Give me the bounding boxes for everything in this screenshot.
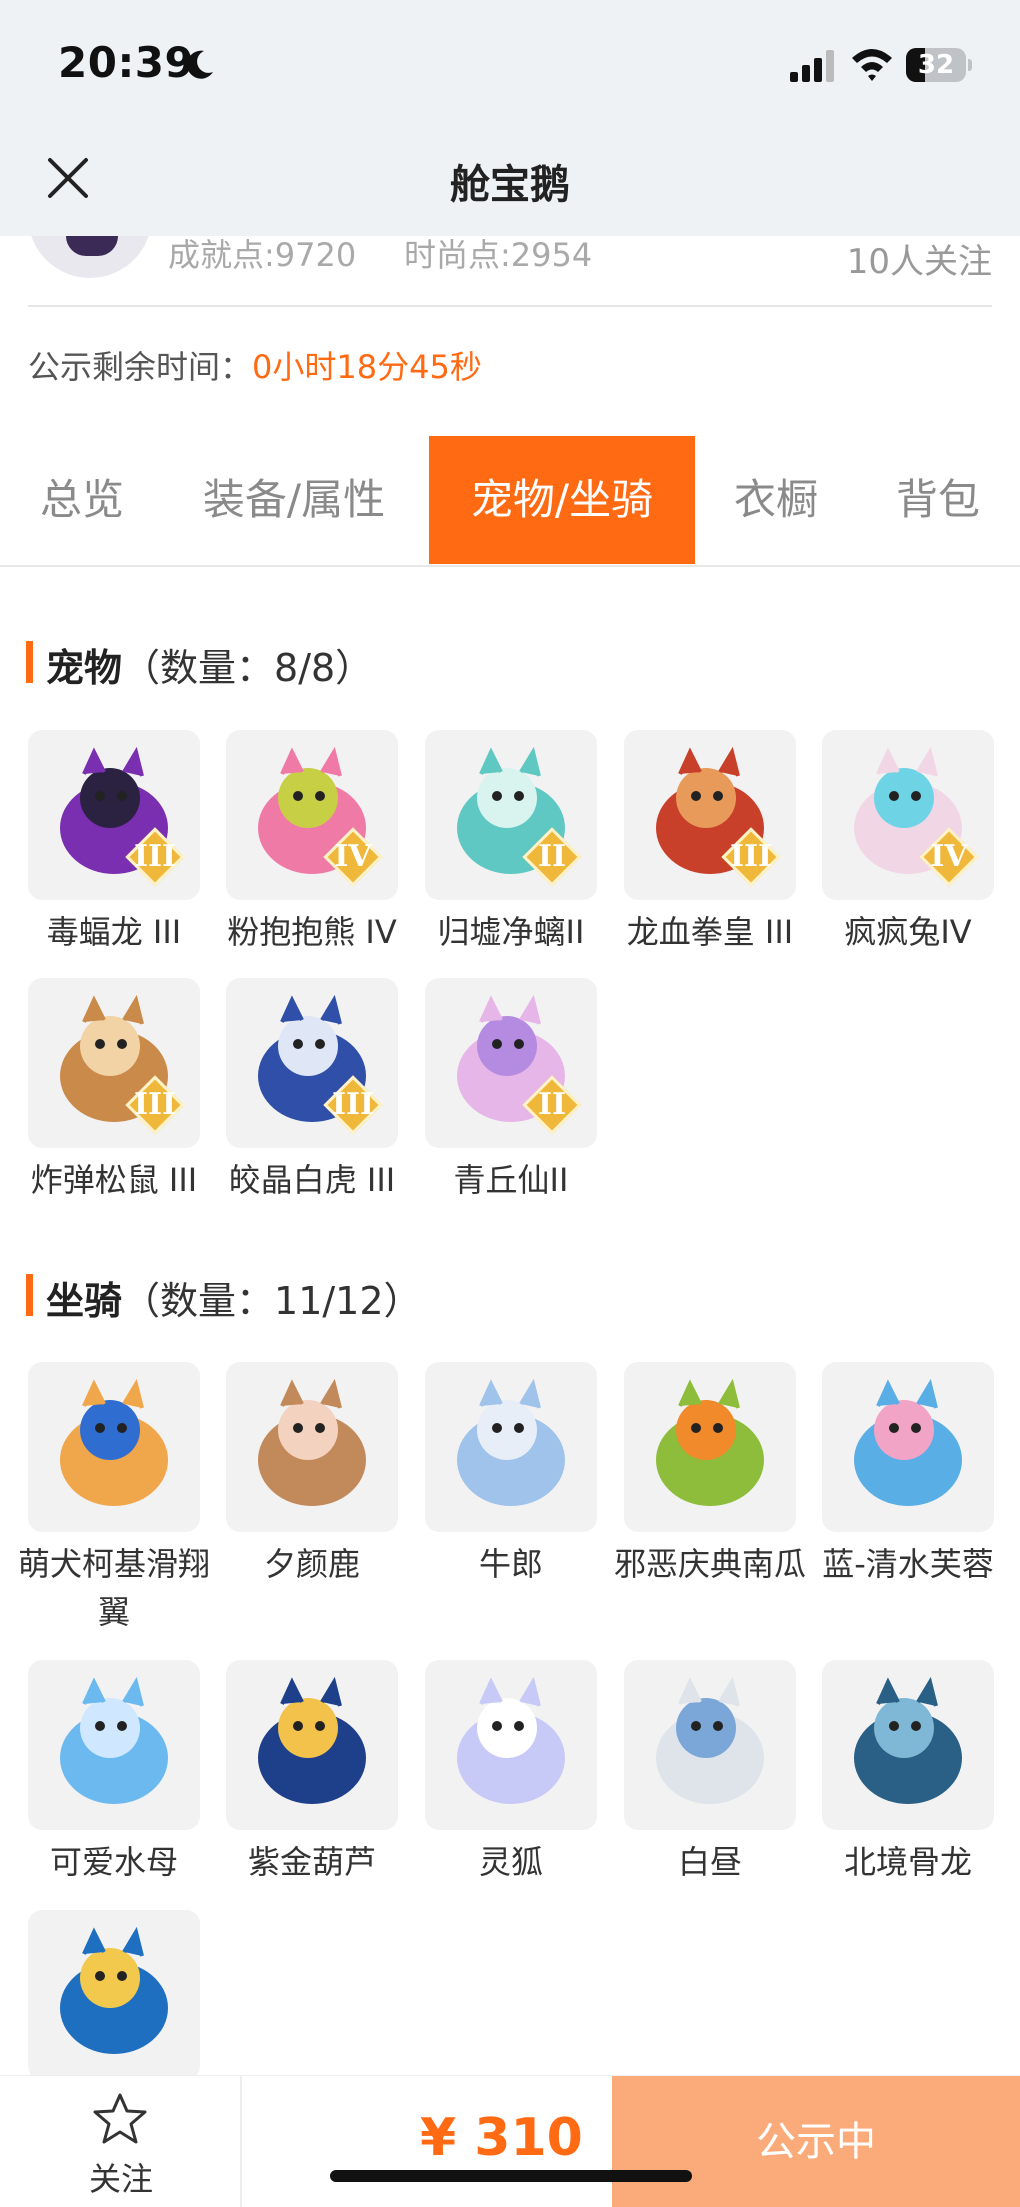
item-thumbnail: III bbox=[624, 730, 796, 900]
item-label: 皎晶白虎 III bbox=[228, 1161, 396, 1199]
item-label: 归墟净螭II bbox=[437, 913, 585, 951]
item-label: 牛郎 bbox=[478, 1545, 543, 1583]
item-label: 北境骨龙 bbox=[843, 1843, 972, 1881]
wifi-icon bbox=[852, 49, 892, 81]
grade-label: IV bbox=[334, 839, 372, 874]
item-thumbnail bbox=[425, 1660, 597, 1830]
deer-icon bbox=[258, 1378, 366, 1506]
grade-badge: II bbox=[522, 1075, 582, 1135]
item-thumbnail bbox=[226, 1660, 398, 1830]
pumpkin-icon bbox=[656, 1378, 764, 1506]
item-label: 炸弹松鼠 III bbox=[30, 1161, 198, 1199]
item-thumbnail bbox=[822, 1660, 994, 1830]
grade-badge: III bbox=[323, 1075, 383, 1135]
corgi-glider-icon bbox=[60, 1378, 168, 1506]
price: ¥ 310 bbox=[420, 2108, 583, 2168]
item-label: 疯疯兔IV bbox=[844, 913, 972, 951]
tab-divider bbox=[0, 565, 1020, 567]
page-title: 舱宝鹅 bbox=[450, 162, 570, 208]
status-time: 20:39 bbox=[58, 38, 195, 87]
item-label: 白昼 bbox=[677, 1843, 742, 1881]
grade-badge: III bbox=[721, 827, 781, 887]
item-label: 萌犬柯基滑翔翼 bbox=[17, 1545, 210, 1631]
item-thumbnail bbox=[624, 1660, 796, 1830]
item-label: 可爱水母 bbox=[49, 1843, 178, 1881]
spirit-fox-icon bbox=[457, 1676, 565, 1804]
moon-icon bbox=[187, 50, 213, 79]
grade-label: II bbox=[537, 839, 567, 874]
blue-phoenix-icon bbox=[60, 1926, 168, 2054]
battery-level: 32 bbox=[917, 50, 955, 80]
top-area: 20:39 32 舱宝鹅 bbox=[0, 0, 1020, 236]
item-label: 灵狐 bbox=[478, 1843, 543, 1881]
divider bbox=[28, 305, 992, 307]
public-status-button[interactable]: 公示中 bbox=[612, 2076, 1020, 2207]
notice-value: 0小时18分45秒 bbox=[252, 348, 482, 386]
tab-overview[interactable]: 总览 bbox=[0, 436, 164, 564]
status-bar: 20:39 32 bbox=[0, 0, 1020, 130]
grade-label: II bbox=[537, 1087, 567, 1122]
item-thumbnail bbox=[28, 1660, 200, 1830]
mounts-title: 坐骑 bbox=[46, 1279, 123, 1323]
tab-bar: 总览 装备/属性 宠物/坐骑 衣橱 背包 bbox=[0, 436, 1020, 566]
item-thumbnail bbox=[822, 1362, 994, 1532]
notice-remaining-time: 公示剩余时间：0小时18分45秒 bbox=[28, 342, 482, 388]
item-thumbnail bbox=[624, 1362, 796, 1532]
cellular-signal-icon bbox=[790, 50, 834, 82]
tab-equipment[interactable]: 装备/属性 bbox=[186, 436, 402, 564]
battery-indicator: 32 bbox=[906, 48, 972, 82]
item-thumbnail: III bbox=[28, 978, 200, 1148]
item-label: 毒蝠龙 III bbox=[46, 913, 182, 951]
ox-icon bbox=[457, 1378, 565, 1506]
jellyfish-icon bbox=[60, 1676, 168, 1804]
pets-count: （数量：8/8） bbox=[122, 646, 374, 690]
grade-badge: III bbox=[125, 1075, 185, 1135]
item-label: 蓝-清水芙蓉 bbox=[822, 1545, 994, 1583]
lotus-icon bbox=[854, 1378, 962, 1506]
item-label: 龙血拳皇 III bbox=[626, 913, 794, 951]
grade-label: III bbox=[133, 839, 177, 874]
grade-badge: IV bbox=[323, 827, 383, 887]
bone-dragon-icon bbox=[854, 1676, 962, 1804]
follow-button[interactable]: 关注 bbox=[0, 2076, 242, 2207]
bottom-bar: 关注 ¥ 310 公示中 bbox=[0, 2075, 1020, 2207]
grade-label: III bbox=[729, 839, 773, 874]
follow-label: 关注 bbox=[88, 2160, 153, 2198]
grade-badge: III bbox=[125, 827, 185, 887]
tab-pets-mounts[interactable]: 宠物/坐骑 bbox=[429, 436, 695, 564]
achievement-points: 成就点:9720 bbox=[168, 236, 357, 274]
fashion-points: 时尚点:2954 bbox=[404, 236, 593, 274]
item-thumbnail: IV bbox=[226, 730, 398, 900]
grade-label: IV bbox=[930, 839, 968, 874]
item-thumbnail: III bbox=[226, 978, 398, 1148]
item-label: 青丘仙II bbox=[453, 1161, 569, 1199]
item-label: 夕颜鹿 bbox=[263, 1545, 360, 1583]
grade-badge: IV bbox=[919, 827, 979, 887]
tab-bag[interactable]: 背包 bbox=[876, 436, 1000, 564]
pets-title: 宠物 bbox=[46, 646, 123, 690]
item-thumbnail bbox=[425, 1362, 597, 1532]
item-label: 粉抱抱熊 IV bbox=[227, 913, 397, 951]
item-thumbnail: II bbox=[425, 978, 597, 1148]
item-thumbnail bbox=[226, 1362, 398, 1532]
white-dragon-icon bbox=[656, 1676, 764, 1804]
grade-badge: II bbox=[522, 827, 582, 887]
item-thumbnail: III bbox=[28, 730, 200, 900]
mounts-count: （数量：11/12） bbox=[122, 1279, 422, 1323]
item-label: 紫金葫芦 bbox=[247, 1843, 376, 1881]
notice-label: 公示剩余时间： bbox=[28, 348, 253, 386]
item-label: 邪恶庆典南瓜 bbox=[613, 1545, 806, 1583]
star-icon bbox=[93, 2093, 147, 2144]
follower-count: 10人关注 bbox=[846, 242, 992, 282]
item-thumbnail: II bbox=[425, 730, 597, 900]
item-thumbnail bbox=[28, 1362, 200, 1532]
item-thumbnail: IV bbox=[822, 730, 994, 900]
item-thumbnail bbox=[28, 1910, 200, 2080]
grade-label: III bbox=[133, 1087, 177, 1122]
gourd-icon bbox=[258, 1676, 366, 1804]
home-indicator[interactable] bbox=[330, 2170, 692, 2182]
grade-label: III bbox=[331, 1087, 375, 1122]
tab-wardrobe[interactable]: 衣橱 bbox=[716, 436, 836, 564]
